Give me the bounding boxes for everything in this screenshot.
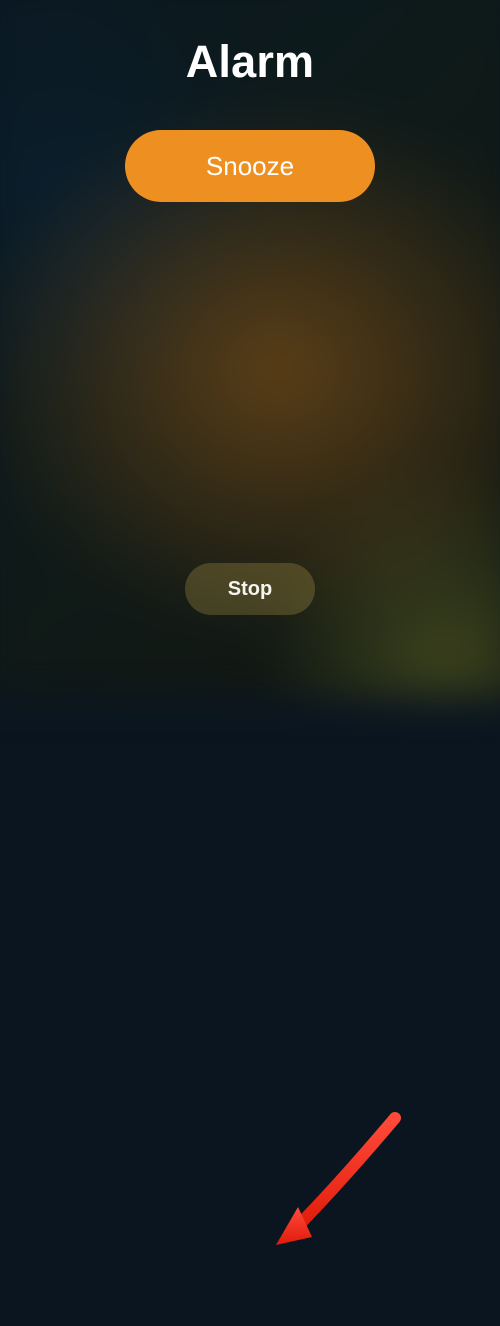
snooze-button-label: Snooze	[206, 151, 294, 182]
alarm-title: Alarm	[186, 36, 315, 88]
annotation-arrow-icon	[0, 663, 500, 1326]
snooze-button[interactable]: Snooze	[125, 130, 375, 202]
stop-button-label: Stop	[228, 578, 272, 601]
stop-button[interactable]: Stop	[185, 563, 315, 615]
